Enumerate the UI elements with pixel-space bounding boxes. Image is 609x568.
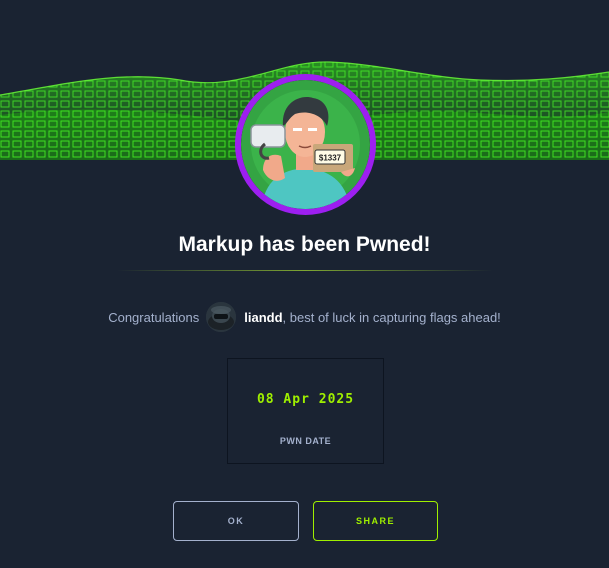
pwn-date-label: PWN DATE: [279, 436, 332, 446]
pwn-date-value: 08 Apr 2025: [256, 392, 355, 407]
modal-title: Markup has been Pwned!: [178, 233, 431, 256]
share-button[interactable]: SHARE: [313, 501, 438, 541]
pwn-date-card: 08 Apr 2025 PWN DATE: [227, 358, 384, 464]
ok-button[interactable]: OK: [173, 501, 299, 541]
title-divider: [117, 270, 493, 271]
machine-avatar: $1337: [235, 74, 376, 215]
congrats-prefix: Congratulations: [108, 309, 200, 325]
username-link[interactable]: liandd: [244, 310, 282, 325]
congratulations-message: Congratulations liandd , best of luck in…: [0, 302, 609, 332]
congrats-suffix: , best of luck in capturing flags ahead!: [282, 309, 501, 325]
hacker-avatar-icon: $1337: [241, 80, 370, 209]
user-avatar-icon: [206, 302, 237, 332]
avatar-badge-text: $1337: [319, 154, 342, 163]
user-avatar[interactable]: [206, 302, 237, 332]
